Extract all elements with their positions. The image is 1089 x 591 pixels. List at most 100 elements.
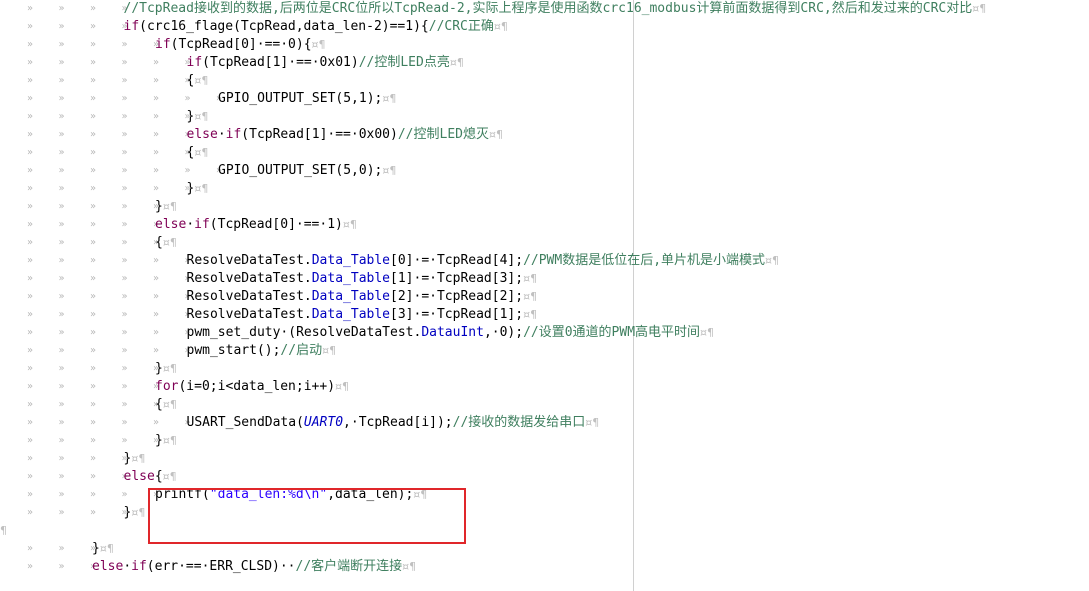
code-token: } (155, 433, 163, 448)
tab-marker: » (27, 57, 34, 68)
eol-marker: ¤¶ (322, 344, 337, 357)
eol-marker: ¤¶ (335, 380, 350, 393)
code-line[interactable]: »»»»»» {¤¶ (0, 72, 1089, 90)
code-token: if (194, 217, 210, 232)
code-token: (TcpRead[1]·==·0x01) (202, 55, 359, 70)
tab-marker: » (27, 201, 34, 212)
code-line[interactable]: »»»»» if(TcpRead[0]·==·0){¤¶ (0, 36, 1089, 54)
tab-marker: » (58, 417, 65, 428)
tab-marker: » (121, 165, 128, 176)
code-line[interactable]: »»»»»» else·if(TcpRead[1]·==·0x00)//控制LED… (0, 126, 1089, 144)
tab-marker: » (90, 237, 97, 248)
tab-marker: » (90, 309, 97, 320)
code-token: Data_Table (311, 307, 391, 322)
eol-marker: ¤¶ (382, 92, 397, 105)
code-text: //TcpRead接收到的数据,后两位是CRC位所以TcpRead-2,实际上程… (124, 0, 987, 18)
code-token: ,·TcpRead[i]); (343, 415, 453, 430)
code-line[interactable]: »»»»»}¤¶ (0, 432, 1089, 450)
tab-marker: » (153, 147, 160, 158)
code-line[interactable]: »»» else·if(err·==·ERR_CLSD)··//客户端断开连接¤¶ (0, 558, 1089, 576)
code-text: if(crc16_flage(TcpRead,data_len-2)==1){/… (124, 18, 508, 36)
tab-marker: » (90, 435, 97, 446)
code-editor[interactable]: » » » » //TcpRead接收到的数据,后两位是CRC位所以TcpRead-2,… (0, 0, 1089, 591)
code-text: else·if(TcpRead[1]·==·0x00)//控制LED熄灭¤¶ (187, 126, 503, 144)
code-line[interactable]: »»»»»» ResolveDataTest.Data_Table[0]·=·Tc… (0, 252, 1089, 270)
code-token: //接收的数据发给串口 (452, 415, 586, 430)
code-line[interactable]: »»»»»» USART_SendData(UART0,·TcpRead[i]);… (0, 414, 1089, 432)
tab-marker: » (90, 345, 97, 356)
code-line[interactable]: »»»»//TcpRead接收到的数据,后两位是CRC位所以TcpRead-2,… (0, 0, 1089, 18)
code-line[interactable]: »»»»» {¤¶ (0, 234, 1089, 252)
tab-marker: » (121, 183, 128, 194)
tab-marker: » (184, 165, 191, 176)
code-token: [3]·=·TcpRead[1]; (390, 307, 524, 322)
code-token: [1]·=·TcpRead[3]; (390, 271, 524, 286)
tab-marker: » (90, 219, 97, 230)
code-line[interactable]: »»»»»»}¤¶ (0, 180, 1089, 198)
tab-marker: » (58, 219, 65, 230)
code-token: pwm_start(); (186, 343, 281, 358)
code-line[interactable]: »»»»}¤¶ (0, 450, 1089, 468)
tab-marker: » (153, 111, 160, 122)
tab-marker: » (153, 417, 160, 428)
code-line[interactable]: »»»»»» if(TcpRead[1]·==·0x01)//控制LED点亮¤¶ (0, 54, 1089, 72)
code-token: (i=0;i<data_len;i++) (178, 379, 336, 394)
code-text: if(TcpRead[0]·==·0){¤¶ (155, 36, 326, 54)
code-line[interactable]: »»»»»» ResolveDataTest.Data_Table[2]·=·Tc… (0, 288, 1089, 306)
tab-marker: » (153, 345, 160, 356)
eol-marker: ¤¶ (194, 182, 209, 195)
code-text: pwm_set_duty·(ResolveDataTest.DatauInt,·… (187, 324, 715, 342)
code-line[interactable]: »»»» if(crc16_flage(TcpRead,data_len-2)==… (0, 18, 1089, 36)
code-line[interactable]: »»»» else{¤¶ (0, 468, 1089, 486)
code-text: }¤¶ (155, 432, 177, 450)
code-line[interactable]: »»»»»»}¤¶ (0, 108, 1089, 126)
code-line[interactable]: »»»»»» ResolveDataTest.Data_Table[1]·=·Tc… (0, 270, 1089, 288)
tab-marker: » (121, 417, 128, 428)
code-line[interactable]: »»»»»» ResolveDataTest.Data_Table[3]·=·Tc… (0, 306, 1089, 324)
code-token: } (155, 199, 163, 214)
code-line[interactable]: »»»»»» pwm_set_duty·(ResolveDataTest.Data… (0, 324, 1089, 342)
code-line[interactable]: »»»»»»» GPIO_OUTPUT_SET(5,1);¤¶ (0, 90, 1089, 108)
eol-marker: ¤¶ (765, 254, 780, 267)
tab-marker: » (27, 255, 34, 266)
tab-marker: » (90, 255, 97, 266)
tab-marker: » (90, 381, 97, 392)
eol-marker: ¤¶ (131, 506, 146, 519)
eol-marker: ¤¶ (162, 362, 177, 375)
tab-marker: » (27, 237, 34, 248)
tab-marker: » (27, 291, 34, 302)
code-token: GPIO_OUTPUT_SET(5,1); (218, 91, 383, 106)
code-text: if(TcpRead[1]·==·0x01)//控制LED点亮¤¶ (187, 54, 464, 72)
code-line[interactable]: »»»»»»» GPIO_OUTPUT_SET(5,0);¤¶ (0, 162, 1089, 180)
code-token: { (154, 469, 163, 484)
code-token: ResolveDataTest. (186, 307, 312, 322)
code-token: pwm_set_duty·(ResolveDataTest. (186, 325, 422, 340)
code-token: { (155, 235, 163, 250)
tab-marker: » (121, 93, 128, 104)
tab-marker: » (121, 147, 128, 158)
code-token: GPIO_OUTPUT_SET(5,0); (218, 163, 383, 178)
tab-marker: » (27, 147, 34, 158)
code-token: Data_Table (311, 271, 391, 286)
eol-marker: ¤¶ (449, 56, 464, 69)
tab-marker: » (27, 507, 34, 518)
code-line[interactable]: »»»»»» pwm_start();//启动¤¶ (0, 342, 1089, 360)
code-line[interactable]: »»»»» for(i=0;i<data_len;i++)¤¶ (0, 378, 1089, 396)
code-token: (err·==·ERR_CLSD)·· (146, 559, 296, 574)
eol-marker: ¤¶ (311, 38, 326, 51)
tab-marker: » (153, 273, 160, 284)
tab-marker: » (90, 417, 97, 428)
tab-marker: » (58, 93, 65, 104)
eol-marker: ¤¶ (162, 236, 177, 249)
tab-marker: » (58, 57, 65, 68)
code-line[interactable]: »»»»» else·if(TcpRead[0]·==·1)¤¶ (0, 216, 1089, 234)
code-line[interactable]: »»»»»}¤¶ (0, 360, 1089, 378)
tab-marker: » (90, 111, 97, 122)
tab-marker: » (27, 183, 34, 194)
code-line[interactable]: »»»»»» {¤¶ (0, 144, 1089, 162)
tab-marker: » (58, 363, 65, 374)
code-token: [0]·=·TcpRead[4]; (390, 253, 524, 268)
code-line[interactable]: »»»»»}¤¶ (0, 198, 1089, 216)
code-token: · (217, 127, 226, 142)
code-line[interactable]: »»»»» {¤¶ (0, 396, 1089, 414)
